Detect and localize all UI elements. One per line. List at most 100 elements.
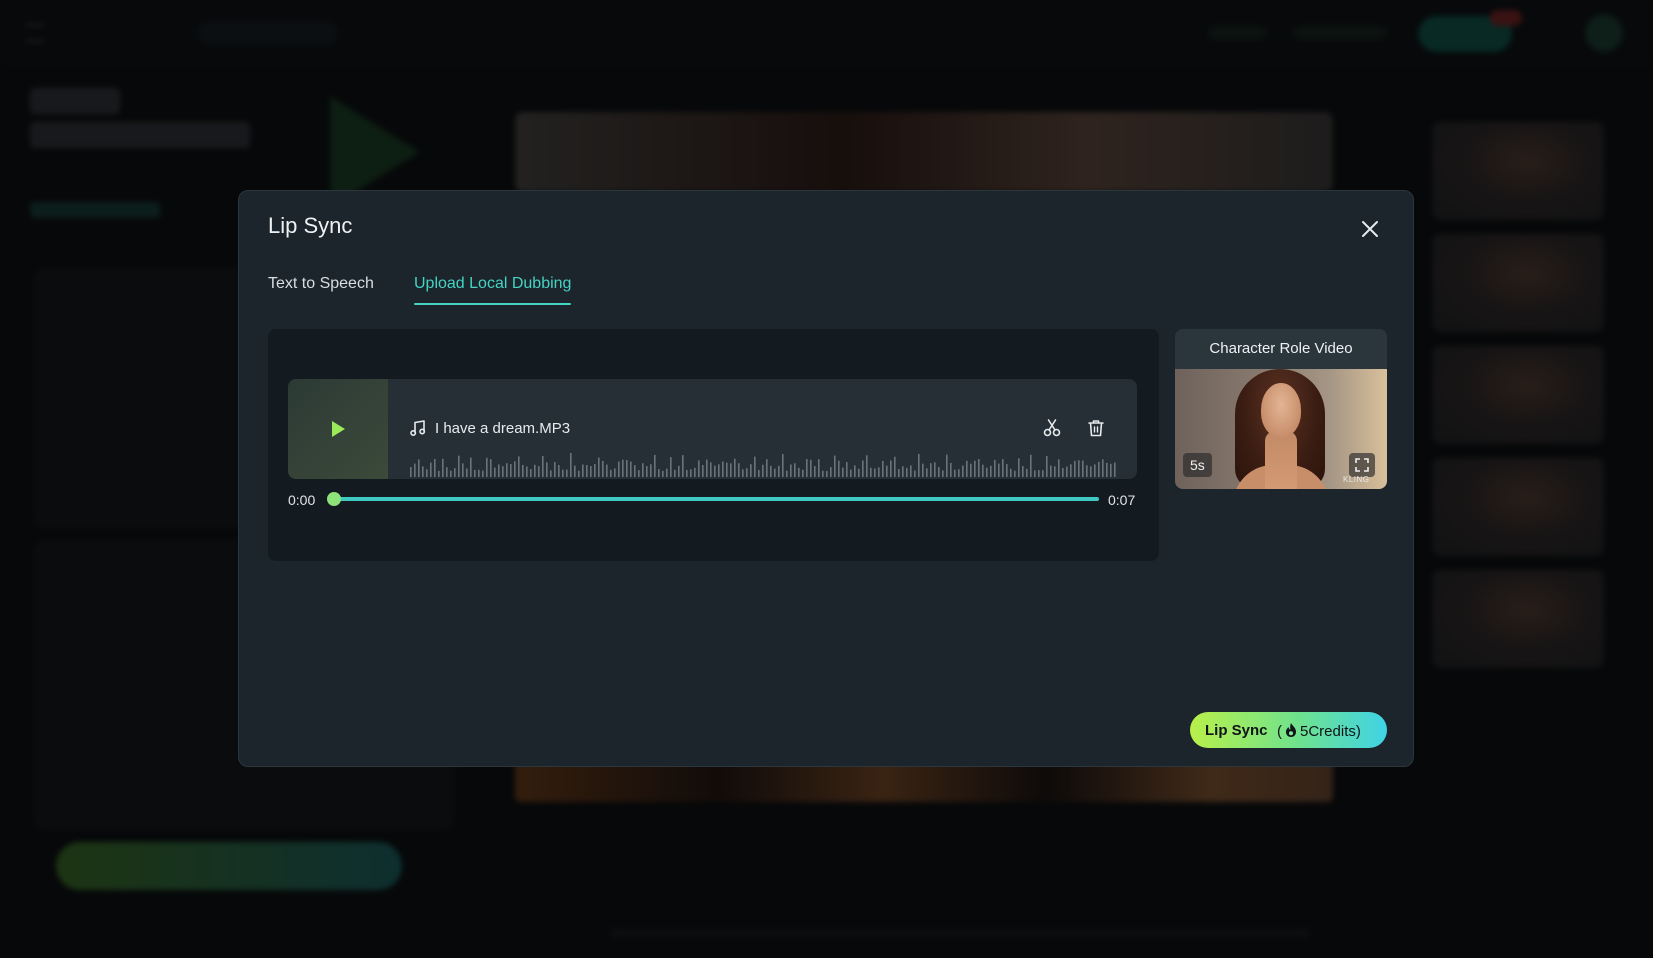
waveform-bar (914, 470, 916, 477)
waveform-bar (1014, 470, 1016, 477)
waveform-bar (886, 465, 888, 477)
music-note-icon (410, 420, 426, 437)
waveform-bar (474, 469, 476, 477)
waveform-bar (774, 468, 776, 477)
close-button[interactable] (1356, 215, 1384, 243)
close-icon (1362, 221, 1378, 237)
waveform-bar (458, 455, 460, 477)
waveform-bar (830, 467, 832, 477)
waveform-bar (726, 462, 728, 477)
waveform-bar (1062, 467, 1064, 477)
audio-progress-bar[interactable] (333, 497, 1099, 501)
waveform-bar (1046, 456, 1048, 477)
waveform-bar (654, 454, 656, 477)
waveform-bar (954, 469, 956, 477)
waveform-bar (890, 460, 892, 477)
waveform-bar (490, 459, 492, 477)
waveform-bar (814, 466, 816, 477)
waveform-bar (898, 469, 900, 477)
waveform-bar (894, 456, 896, 477)
waveform-bar (926, 468, 928, 477)
credits-unit: Credits (1308, 723, 1356, 740)
waveform-bar (518, 456, 520, 477)
waveform-bar (1110, 463, 1112, 477)
waveform-bar (1066, 466, 1068, 477)
waveform-bar (990, 465, 992, 477)
waveform-bar (634, 465, 636, 477)
trash-icon (1088, 420, 1104, 437)
waveform-bar (602, 460, 604, 477)
waveform-bar (514, 461, 516, 477)
character-video-thumbnail[interactable]: 5s KLING (1175, 369, 1387, 489)
waveform-bar (642, 463, 644, 477)
delete-button[interactable] (1085, 417, 1107, 439)
waveform-bar (1010, 468, 1012, 477)
waveform-bar (902, 466, 904, 477)
waveform-bar (786, 470, 788, 477)
tab-upload-local-dubbing[interactable]: Upload Local Dubbing (414, 275, 572, 307)
waveform-bar (422, 466, 424, 477)
audio-file-name: I have a dream.MP3 (435, 420, 571, 437)
waveform-bar (534, 464, 536, 477)
waveform-bar (530, 469, 532, 477)
total-duration: 0:07 (1108, 492, 1136, 508)
waveform-bar (478, 469, 480, 477)
audio-progress-thumb[interactable] (327, 492, 341, 506)
waveform-bar (854, 465, 856, 477)
waveform-bar (586, 464, 588, 477)
waveform-bar (818, 459, 820, 477)
waveform-bar (1078, 460, 1080, 477)
waveform-bar (906, 467, 908, 477)
waveform-bar (638, 469, 640, 477)
waveform-bar (1006, 464, 1008, 477)
trim-button[interactable] (1041, 417, 1063, 439)
play-icon (332, 421, 345, 437)
credits-cost: (5Credits) (1277, 722, 1361, 740)
waveform-bar (1058, 459, 1060, 477)
play-button[interactable] (288, 379, 388, 479)
waveform-bar (1054, 466, 1056, 477)
waveform-bar (958, 469, 960, 477)
waveform-bar (598, 457, 600, 477)
waveform-bar (450, 470, 452, 477)
lip-sync-button[interactable]: Lip Sync (5Credits) (1190, 712, 1387, 748)
waveform-bar (594, 464, 596, 477)
waveform-bar (822, 470, 824, 477)
waveform-bar (542, 456, 544, 477)
waveform-bar (706, 459, 708, 477)
waveform-bar (982, 464, 984, 477)
thumbnail-neck (1265, 431, 1297, 489)
waveform-bar (410, 467, 412, 477)
waveform-bar (930, 463, 932, 477)
tab-text-to-speech[interactable]: Text to Speech (268, 275, 374, 307)
waveform-bar (794, 463, 796, 477)
waveform-bar (1026, 468, 1028, 477)
waveform-bar (962, 465, 964, 477)
waveform-bar (738, 463, 740, 477)
waveform-bar (782, 454, 784, 477)
waveform-bar (1090, 466, 1092, 477)
waveform-bar (766, 459, 768, 477)
waveform-bar (718, 464, 720, 477)
waveform-bar (614, 468, 616, 477)
waveform-bar (626, 460, 628, 477)
character-role-video-card: Character Role Video 5s KLING (1175, 329, 1387, 489)
current-time: 0:00 (288, 492, 316, 508)
waveform-bar (922, 463, 924, 477)
waveform-bar (1034, 470, 1036, 477)
waveform-bar (434, 458, 436, 477)
waveform-bar (678, 465, 680, 477)
video-watermark: KLING (1343, 475, 1370, 484)
credits-open-paren: ( (1277, 723, 1282, 740)
waveform-bar (1030, 454, 1032, 477)
waveform-bar (546, 462, 548, 477)
waveform-bar (470, 457, 472, 477)
waveform-bar (462, 463, 464, 477)
audio-waveform (410, 453, 1116, 477)
waveform-bar (618, 461, 620, 477)
waveform-bar (666, 468, 668, 477)
waveform-bar (846, 462, 848, 477)
lip-sync-modal: Lip Sync Text to Speech Upload Local Dub… (238, 190, 1414, 767)
expand-button[interactable] (1349, 453, 1375, 477)
waveform-bar (482, 470, 484, 477)
